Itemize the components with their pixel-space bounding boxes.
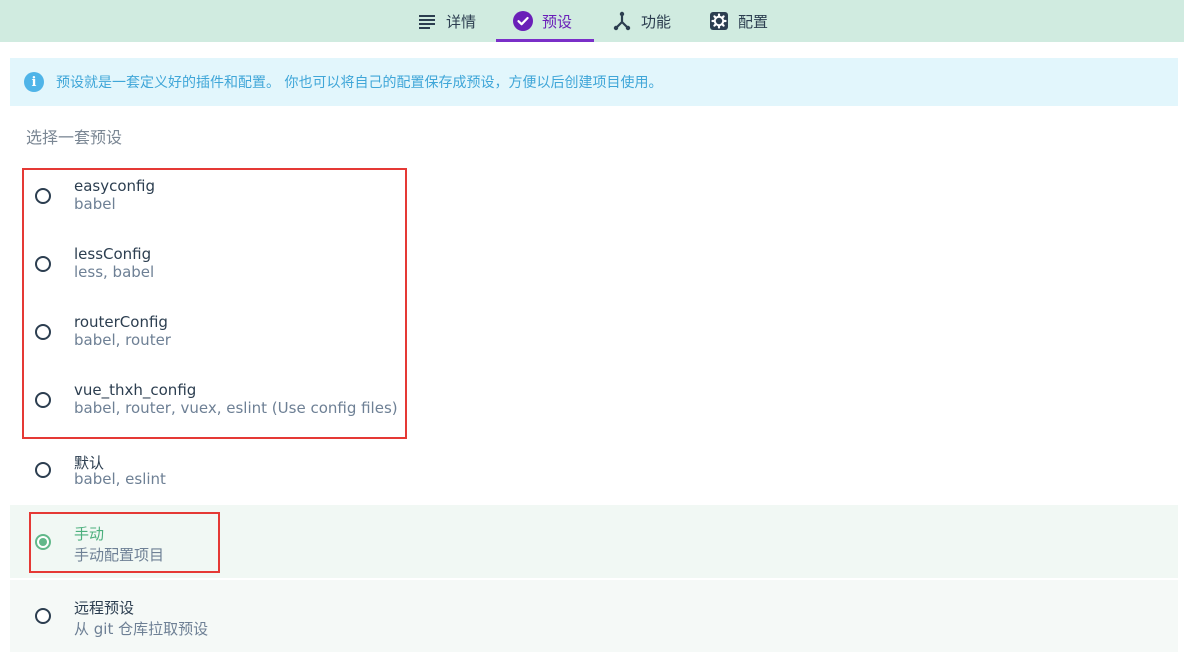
radio-button-selected[interactable] [35,533,51,550]
preset-name: lessConfig [74,245,152,263]
top-tab-bar: 详情 预设 功能 配置 [0,0,1184,42]
radio-button[interactable] [35,462,51,478]
section-title: 选择一套预设 [26,128,123,147]
tab-presets-label: 预设 [542,12,573,31]
tab-details[interactable]: 详情 [417,0,476,42]
radio-button[interactable] [35,256,51,272]
check-circle-icon [513,11,533,31]
preset-name: 手动 [74,525,105,543]
preset-desc: 手动配置项目 [74,546,165,564]
info-icon: i [24,72,44,92]
gear-icon [709,11,729,31]
active-tab-indicator [496,39,594,42]
radio-button[interactable] [35,392,51,408]
radio-button[interactable] [35,188,51,204]
fork-icon [612,11,632,31]
preset-desc: babel, router [74,331,171,349]
preset-item-manual[interactable]: 手动 手动配置项目 [10,505,1178,578]
preset-name: vue_thxh_config [74,381,197,399]
tab-details-label: 详情 [446,12,477,31]
preset-item-routerconfig[interactable]: routerConfig babel, router [10,298,1178,366]
tab-presets[interactable]: 预设 [513,0,572,42]
tab-config[interactable]: 配置 [709,0,768,42]
info-banner: i 预设就是一套定义好的插件和配置。 你也可以将自己的配置保存成预设，方便以后创… [10,58,1178,106]
preset-name: routerConfig [74,313,168,331]
preset-item-default[interactable]: 默认 babel, eslint [10,436,1178,504]
preset-item-lessconfig[interactable]: lessConfig less, babel [10,230,1178,298]
tab-features[interactable]: 功能 [612,0,671,42]
info-banner-text: 预设就是一套定义好的插件和配置。 你也可以将自己的配置保存成预设，方便以后创建项… [56,75,663,91]
radio-button[interactable] [35,324,51,340]
preset-desc: 从 git 仓库拉取预设 [74,620,209,638]
preset-desc: babel, eslint [74,470,166,488]
details-lines-icon [417,11,437,31]
radio-button[interactable] [35,608,51,624]
preset-name: easyconfig [74,177,156,195]
preset-item-easyconfig[interactable]: easyconfig babel [10,162,1178,230]
tab-config-label: 配置 [738,12,769,31]
preset-desc: less, babel [74,263,155,281]
tab-features-label: 功能 [641,12,672,31]
preset-name: 远程预设 [74,599,135,617]
preset-item-vue-thxh-config[interactable]: vue_thxh_config babel, router, vuex, esl… [10,366,1178,434]
preset-desc: babel [74,195,116,213]
preset-item-remote[interactable]: 远程预设 从 git 仓库拉取预设 [10,580,1178,652]
preset-desc: babel, router, vuex, eslint (Use config … [74,399,398,417]
